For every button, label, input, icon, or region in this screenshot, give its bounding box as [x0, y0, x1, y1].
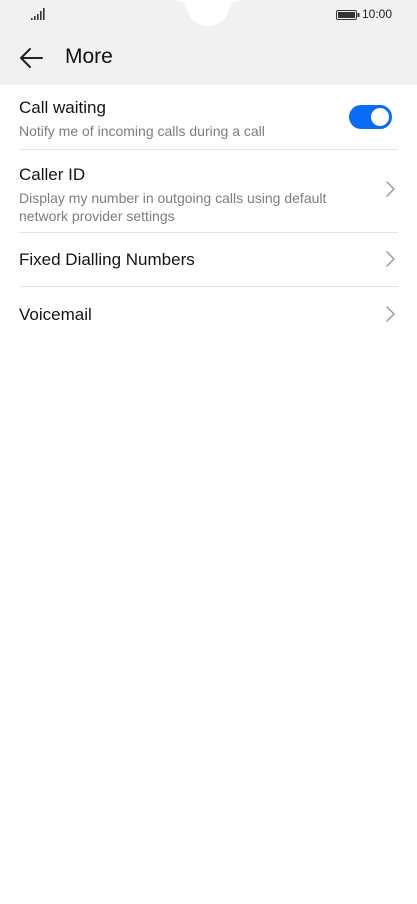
voicemail-setting[interactable]: Voicemail	[19, 287, 398, 341]
caller-id-subtitle: Display my number in outgoing calls usin…	[19, 190, 327, 224]
call-waiting-subtitle: Notify me of incoming calls during a cal…	[19, 123, 265, 139]
top-bar: 10:00 More	[0, 0, 417, 85]
chevron-right-icon	[386, 306, 395, 322]
fixed-dialling-numbers-title: Fixed Dialling Numbers	[19, 250, 195, 269]
caller-id-title: Caller ID	[19, 165, 86, 184]
chevron-right-icon	[386, 251, 395, 267]
battery-icon	[336, 10, 360, 20]
call-waiting-toggle[interactable]	[349, 105, 392, 129]
back-button[interactable]	[14, 41, 48, 75]
call-waiting-setting[interactable]: Call waiting Notify me of incoming calls…	[19, 85, 398, 150]
fixed-dialling-numbers-setting[interactable]: Fixed Dialling Numbers	[19, 233, 398, 287]
chevron-right-icon	[386, 181, 395, 197]
call-waiting-title: Call waiting	[19, 98, 106, 117]
arrow-left-icon	[20, 48, 43, 68]
status-bar: 10:00	[0, 0, 417, 30]
signal-strength-icon	[31, 8, 45, 20]
app-header: More	[0, 30, 417, 85]
toggle-knob	[371, 108, 389, 126]
voicemail-title: Voicemail	[19, 305, 92, 324]
page-title: More	[65, 45, 113, 68]
settings-list: Call waiting Notify me of incoming calls…	[0, 85, 417, 341]
status-time: 10:00	[362, 7, 393, 21]
caller-id-setting[interactable]: Caller ID Display my number in outgoing …	[19, 150, 398, 233]
screen: 10:00 More Call waiting Notify me of inc…	[0, 0, 417, 904]
